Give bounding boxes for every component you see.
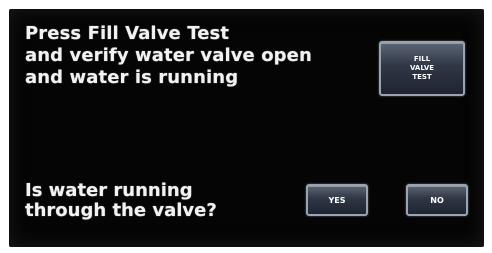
instruction-text: Press Fill Valve Test and verify water v… <box>25 23 312 88</box>
no-button[interactable]: NO <box>406 184 468 216</box>
yes-button[interactable]: YES <box>306 184 368 216</box>
touch-screen: Press Fill Valve Test and verify water v… <box>9 9 484 247</box>
fill-valve-test-button[interactable]: FILL VALVE TEST <box>379 41 465 96</box>
question-text: Is water running through the valve? <box>25 180 217 221</box>
